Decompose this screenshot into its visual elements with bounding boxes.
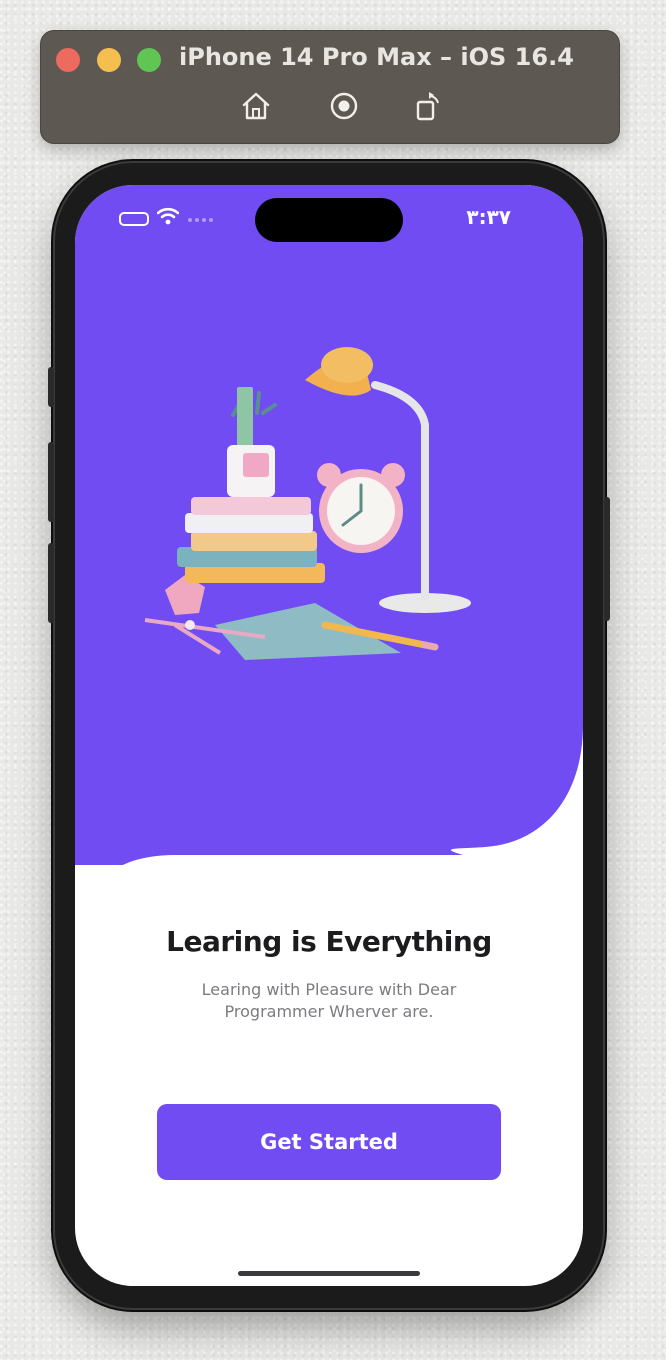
signal-icon [187, 210, 215, 228]
rotate-icon[interactable] [411, 89, 445, 123]
screenshot-icon[interactable] [327, 89, 361, 123]
minimize-window-button[interactable] [97, 48, 121, 72]
phone-screen: ۳:۳۷ Learing is Everything Learing with … [75, 185, 583, 1286]
volume-down-button [48, 543, 54, 623]
simulator-title: iPhone 14 Pro Max – iOS 16.4 [179, 43, 574, 71]
onboarding-subtitle: Learing with Pleasure with Dear Programm… [201, 980, 457, 1021]
dynamic-island [255, 198, 403, 242]
get-started-button[interactable]: Get Started [157, 1104, 501, 1180]
power-button [604, 497, 610, 621]
battery-icon [119, 211, 149, 226]
status-bar-left [119, 207, 215, 230]
wifi-icon [156, 207, 180, 230]
volume-up-button [48, 442, 54, 522]
silent-switch [48, 367, 54, 407]
study-desk-illustration [144, 347, 471, 660]
simulator-toolbar: iPhone 14 Pro Max – iOS 16.4 [40, 30, 620, 144]
onboarding-title: Learing is Everything [166, 925, 492, 958]
home-icon[interactable] [239, 89, 273, 123]
home-indicator[interactable] [238, 1271, 420, 1276]
status-time: ۳:۳۷ [466, 205, 511, 229]
zoom-window-button[interactable] [137, 48, 161, 72]
close-window-button[interactable] [56, 48, 80, 72]
